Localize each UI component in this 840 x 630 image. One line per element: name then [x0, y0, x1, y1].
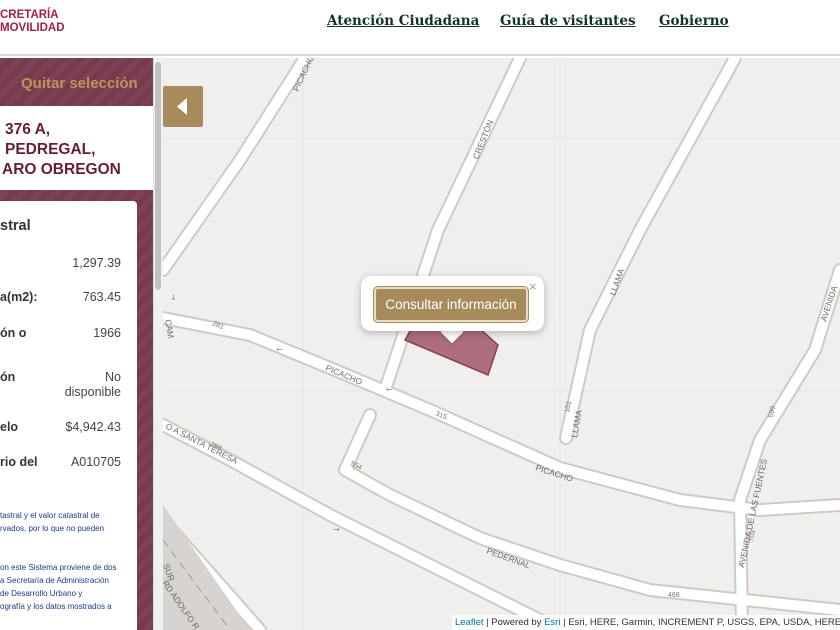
row-value: 763.45	[82, 290, 121, 304]
logo-line1: CRETARÍA	[0, 9, 59, 21]
map-attribution: Leaflet | Powered by Esri | Esri, HERE, …	[452, 615, 840, 630]
address-number: 703	[748, 530, 757, 543]
row-value: $4,942.43	[65, 420, 121, 434]
roads	[163, 58, 840, 630]
highway-band	[163, 505, 250, 630]
chevron-left-icon	[177, 98, 187, 115]
nav-gobierno[interactable]: Gobierno	[659, 13, 729, 29]
logo[interactable]: CRETARÍA MOVILIDAD	[0, 9, 65, 35]
row-label: a(m2):	[0, 290, 38, 304]
attribution-text: | Esri, HERE, Garmin, INCREMENT P, USGS,…	[560, 617, 840, 628]
nav-atencion-ciudadana[interactable]: Atención Ciudadana	[327, 13, 479, 29]
row-value: 1966	[93, 326, 121, 340]
disclaimer-text: a Secretaría de Administración	[0, 576, 109, 585]
sidebar-scroll-thumb[interactable]	[155, 62, 161, 290]
site-header: CRETARÍA MOVILIDAD Atención Ciudadana Gu…	[0, 0, 840, 56]
leaflet-link[interactable]: Leaflet	[455, 617, 484, 628]
close-icon[interactable]: ×	[529, 279, 537, 294]
row-value: No disponible	[64, 370, 121, 399]
address-line: 376 A,	[5, 121, 51, 138]
nav-guia-visitantes[interactable]: Guía de visitantes	[500, 13, 636, 29]
svg-text:→: →	[333, 525, 340, 534]
info-sidebar: Quitar selección 376 A, PEDREGAL, ARO OB…	[0, 58, 153, 630]
row-value: A010705	[70, 455, 121, 469]
disclaimer-text: ografía y los datos mostrados a	[0, 602, 112, 611]
logo-line2: MOVILIDAD	[0, 22, 65, 34]
address-number: 468	[668, 592, 680, 599]
address-line: ARO OBREGON	[2, 161, 121, 178]
disclaimer-text: de Desarrollo Urbano y	[0, 589, 83, 598]
row-value: 1,297.39	[72, 256, 121, 270]
quitar-seleccion-button[interactable]: Quitar selección	[21, 75, 138, 92]
esri-link[interactable]: Esri	[544, 617, 560, 628]
collapse-sidebar-button[interactable]	[163, 86, 203, 127]
svg-text:←: ←	[386, 385, 393, 394]
street-label: O A SANTA TERESA	[164, 421, 240, 466]
row-label: rio del	[0, 455, 38, 469]
disclaimer-text: on este Sistema proviene de dos	[0, 563, 117, 572]
svg-text:←: ←	[276, 345, 283, 354]
map-view[interactable]: PICACHO CRESTÓN LLAMA PICACHO PICACHO LL…	[163, 58, 840, 630]
address-line: PEDREGAL,	[5, 141, 96, 158]
disclaimer-text: rvados, por lo que no pueden	[0, 524, 105, 533]
svg-text:↓: ↓	[170, 293, 177, 302]
row-label: ón	[0, 370, 16, 384]
map-canvas[interactable]: PICACHO CRESTÓN LLAMA PICACHO PICACHO LL…	[163, 58, 840, 630]
disclaimer-text: tastral y el valor catastral de	[0, 511, 100, 520]
row-label: ón o	[0, 326, 27, 340]
consultar-informacion-button[interactable]: Consultar información	[374, 287, 528, 322]
row-label: elo	[0, 420, 19, 434]
attribution-text: | Powered by	[483, 617, 545, 628]
street-label: CAM	[163, 319, 176, 339]
section-title: stral	[0, 218, 31, 234]
address-card: 376 A, PEDREGAL, ARO OBREGON	[0, 106, 153, 190]
